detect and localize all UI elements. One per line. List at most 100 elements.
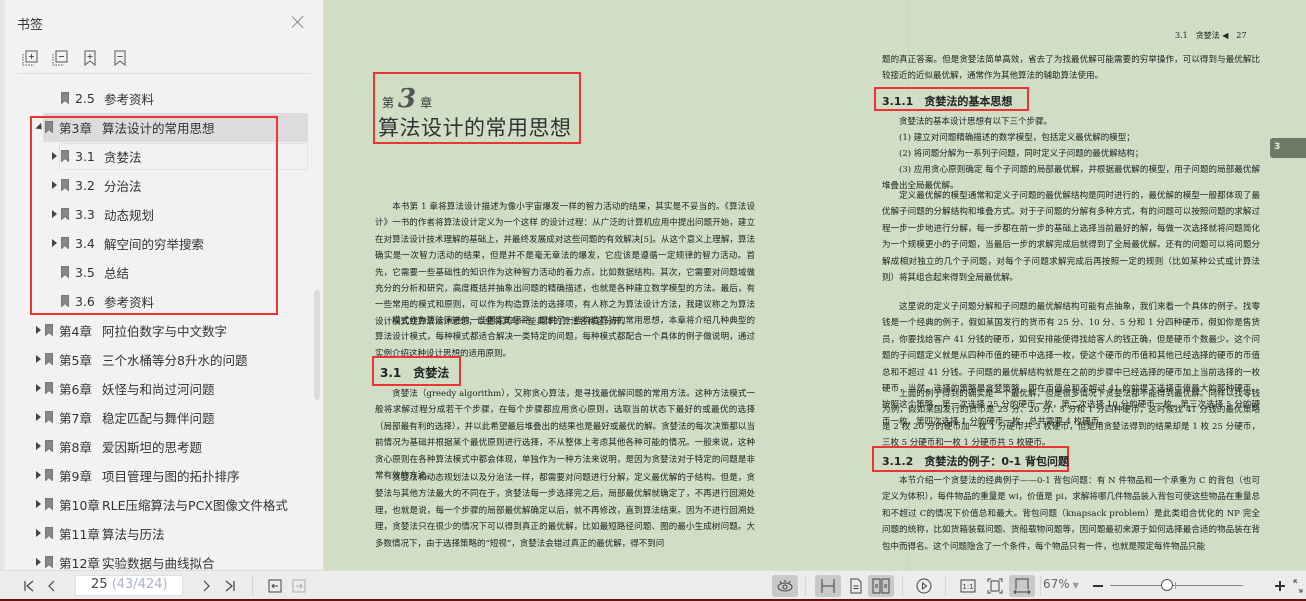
bookmark-label: 爱因斯坦的思考题 — [102, 440, 203, 455]
add-bookmark-icon[interactable] — [82, 50, 98, 66]
bookmark-number: 第6章 — [59, 382, 92, 397]
chapter-tab-marker: 3 — [1270, 138, 1306, 158]
two-page-icon — [872, 578, 890, 594]
section-paragraph-2: 贪婪法和动态规划法以及分治法一样，都需要对问题进行分解，定义最优解的子结构。但是… — [375, 470, 755, 552]
bookmark-number: 第7章 — [59, 411, 92, 426]
expand-arrow-icon[interactable] — [36, 500, 41, 508]
fit-width-button[interactable] — [1009, 575, 1035, 597]
expand-arrow-icon[interactable] — [36, 558, 41, 566]
first-page-button[interactable] — [17, 575, 41, 597]
page-number-input[interactable]: 25 (43/424) — [75, 575, 183, 596]
step-1-text: (1) 建立对问题精确描述的数学模型，包括定义最优解的模型； — [899, 133, 1135, 143]
bookmark-label: 算法与历法 — [102, 527, 165, 542]
zoom-level: 67% — [1043, 577, 1070, 591]
zoom-out-button[interactable] — [1086, 575, 1110, 597]
first-page-icon — [24, 580, 34, 592]
fit-page-icon — [987, 578, 1003, 594]
bookmark-icon — [45, 411, 53, 423]
arrow-forward-icon — [292, 579, 306, 593]
last-page-button[interactable] — [218, 575, 242, 597]
bookmark-label: 参考资料 — [104, 92, 155, 107]
bookmark-icon — [45, 556, 53, 568]
eye-care-mode-button[interactable] — [772, 575, 798, 597]
step-1: (1) 建立对问题精确描述的数学模型，包括定义最优解的模型； — [882, 130, 1260, 146]
close-panel-button[interactable] — [290, 14, 306, 30]
separator — [902, 576, 903, 596]
actual-size-button[interactable]: 1:1 — [956, 575, 980, 597]
bookmark-icon — [45, 353, 53, 365]
expand-arrow-icon[interactable] — [36, 413, 41, 421]
single-page-button[interactable] — [844, 575, 868, 597]
zoom-in-button[interactable] — [1268, 575, 1292, 597]
zoom-level-dropdown[interactable]: 67% ▼ — [1043, 577, 1079, 591]
continued-paragraph: 题的真正答案。但是贪婪法简单高效，省去了为找最优解可能需要的穷举操作，可以得到与… — [882, 55, 1260, 82]
section-heading-3-1: 3.1 贪婪法 — [380, 366, 450, 380]
previous-page-button[interactable] — [40, 575, 64, 597]
chapter-number: 第3章 — [382, 84, 432, 114]
chevron-right-icon — [203, 580, 210, 592]
bookmark-item[interactable]: 第10章 RLE压缩算法与PCX图像文件格式 — [0, 490, 310, 519]
intro-paragraph-2-text: 模式作为算法演进的一些固定的思路，提供了一些构造算法的常用思想，本章将介绍几种典… — [375, 316, 755, 359]
bookmark-number: 2.5 — [75, 91, 95, 106]
bookmark-number: 第4章 — [59, 324, 92, 339]
bookmark-label: 实验数据与曲线拟合 — [102, 556, 215, 570]
expand-arrow-icon[interactable] — [36, 384, 41, 392]
counter-example-paragraph-text: 上面的例子得到的确实是一个最优解，但是很多情况下贪婪法都不能得到最优解。同样以找… — [882, 389, 1260, 449]
bookmark-number: 第10章 — [59, 498, 100, 513]
bookmark-item[interactable]: 第5章 三个水桶等分8升水的问题 — [0, 345, 310, 374]
bookmarks-panel: 书签 2.5 参考资料 第3章 算法设计的常用思想 3.1 贪婪法 3.2 分治法 3.3 动态规… — [0, 0, 324, 570]
expand-all-icon[interactable] — [22, 50, 38, 66]
expand-arrow-icon[interactable] — [36, 471, 41, 479]
bookmark-item[interactable]: 第4章 阿拉伯数字与中文数字 — [0, 316, 310, 345]
section-paragraph-1-text: 贪婪法（greedy algorithm），又称贪心算法，是寻找最优解问题的常用… — [375, 389, 755, 482]
last-page-icon — [225, 580, 235, 592]
continuous-page-icon — [821, 579, 835, 593]
arrow-back-icon — [268, 579, 282, 593]
separator — [1040, 576, 1041, 596]
bookmark-icon — [45, 382, 53, 394]
bookmark-label: 项目管理与图的拓扑排序 — [102, 469, 240, 484]
collapse-all-icon[interactable] — [52, 50, 68, 66]
model-paragraph: 定义最优解的模型通常和定义子问题的最优解结构是同时进行的，最优解的模型一般都体现… — [882, 188, 1260, 286]
continuous-scroll-button[interactable] — [815, 575, 841, 597]
step-2-text: (2) 将问题分解为一系列子问题，同时定义子问题的最优解结构； — [899, 149, 1144, 159]
bookmark-item[interactable]: 第6章 妖怪与和尚过河问题 — [0, 374, 310, 403]
expand-arrow-icon[interactable] — [36, 529, 41, 537]
play-button[interactable] — [912, 575, 936, 597]
zoom-slider-track[interactable] — [1110, 585, 1243, 586]
bookmark-item[interactable]: 第8章 爱因斯坦的思考题 — [0, 432, 310, 461]
bookmark-item[interactable]: 第11章 算法与历法 — [0, 519, 310, 548]
section-heading-3-1-2: 3.1.2 贪婪法的例子：0-1 背包问题 — [882, 455, 1070, 468]
steps-intro: 贪婪法的基本设计思想有以下三个步骤。 — [882, 114, 1260, 130]
chevron-left-icon — [48, 580, 55, 592]
back-button[interactable] — [263, 575, 287, 597]
fit-page-button[interactable] — [983, 575, 1007, 597]
chapter-title: 算法设计的常用思想 — [378, 116, 572, 140]
zoom-slider-thumb[interactable] — [1161, 579, 1174, 591]
expand-arrow-icon[interactable] — [36, 442, 41, 450]
fullscreen-button[interactable] — [1290, 575, 1306, 597]
next-page-button[interactable] — [194, 575, 218, 597]
document-view: 第3章 算法设计的常用思想 本书第 1 章将算法设计描述为像小宇宙爆发一样的智力… — [325, 0, 1306, 570]
fit-width-icon — [1013, 578, 1031, 594]
actual-size-icon: 1:1 — [960, 579, 976, 593]
bookmark-toolbar — [22, 50, 128, 66]
bookmark-item[interactable]: 第7章 稳定匹配与舞伴问题 — [0, 403, 310, 432]
expand-arrow-icon[interactable] — [36, 326, 41, 334]
caret-down-icon: ▼ — [1072, 581, 1079, 590]
fullscreen-icon — [1293, 579, 1303, 593]
eye-icon — [777, 580, 793, 592]
intro-paragraph-2: 模式作为算法演进的一些固定的思路，提供了一些构造算法的常用思想，本章将介绍几种典… — [375, 313, 755, 362]
two-page-button[interactable] — [868, 575, 894, 597]
bookmark-item[interactable]: 第9章 项目管理与图的拓扑排序 — [0, 461, 310, 490]
forward-button[interactable] — [287, 575, 311, 597]
panel-scrollbar[interactable] — [314, 290, 320, 400]
bookmark-item[interactable]: 2.5 参考资料 — [0, 84, 310, 113]
expand-arrow-icon[interactable] — [36, 355, 41, 363]
intro-paragraph-1-text: 本书第 1 章将算法设计描述为像小宇宙爆发一样的智力活动的结果，其实是不妥当的。… — [375, 202, 755, 327]
bookmark-item[interactable]: 第12章 实验数据与曲线拟合 — [0, 548, 310, 570]
bookmark-number: 第11章 — [59, 527, 100, 542]
status-toolbar: 25 (43/424) 1:1 67% ▼ — [0, 570, 1306, 599]
remove-bookmark-icon[interactable] — [112, 50, 128, 66]
chapter-digit: 3 — [398, 84, 417, 114]
